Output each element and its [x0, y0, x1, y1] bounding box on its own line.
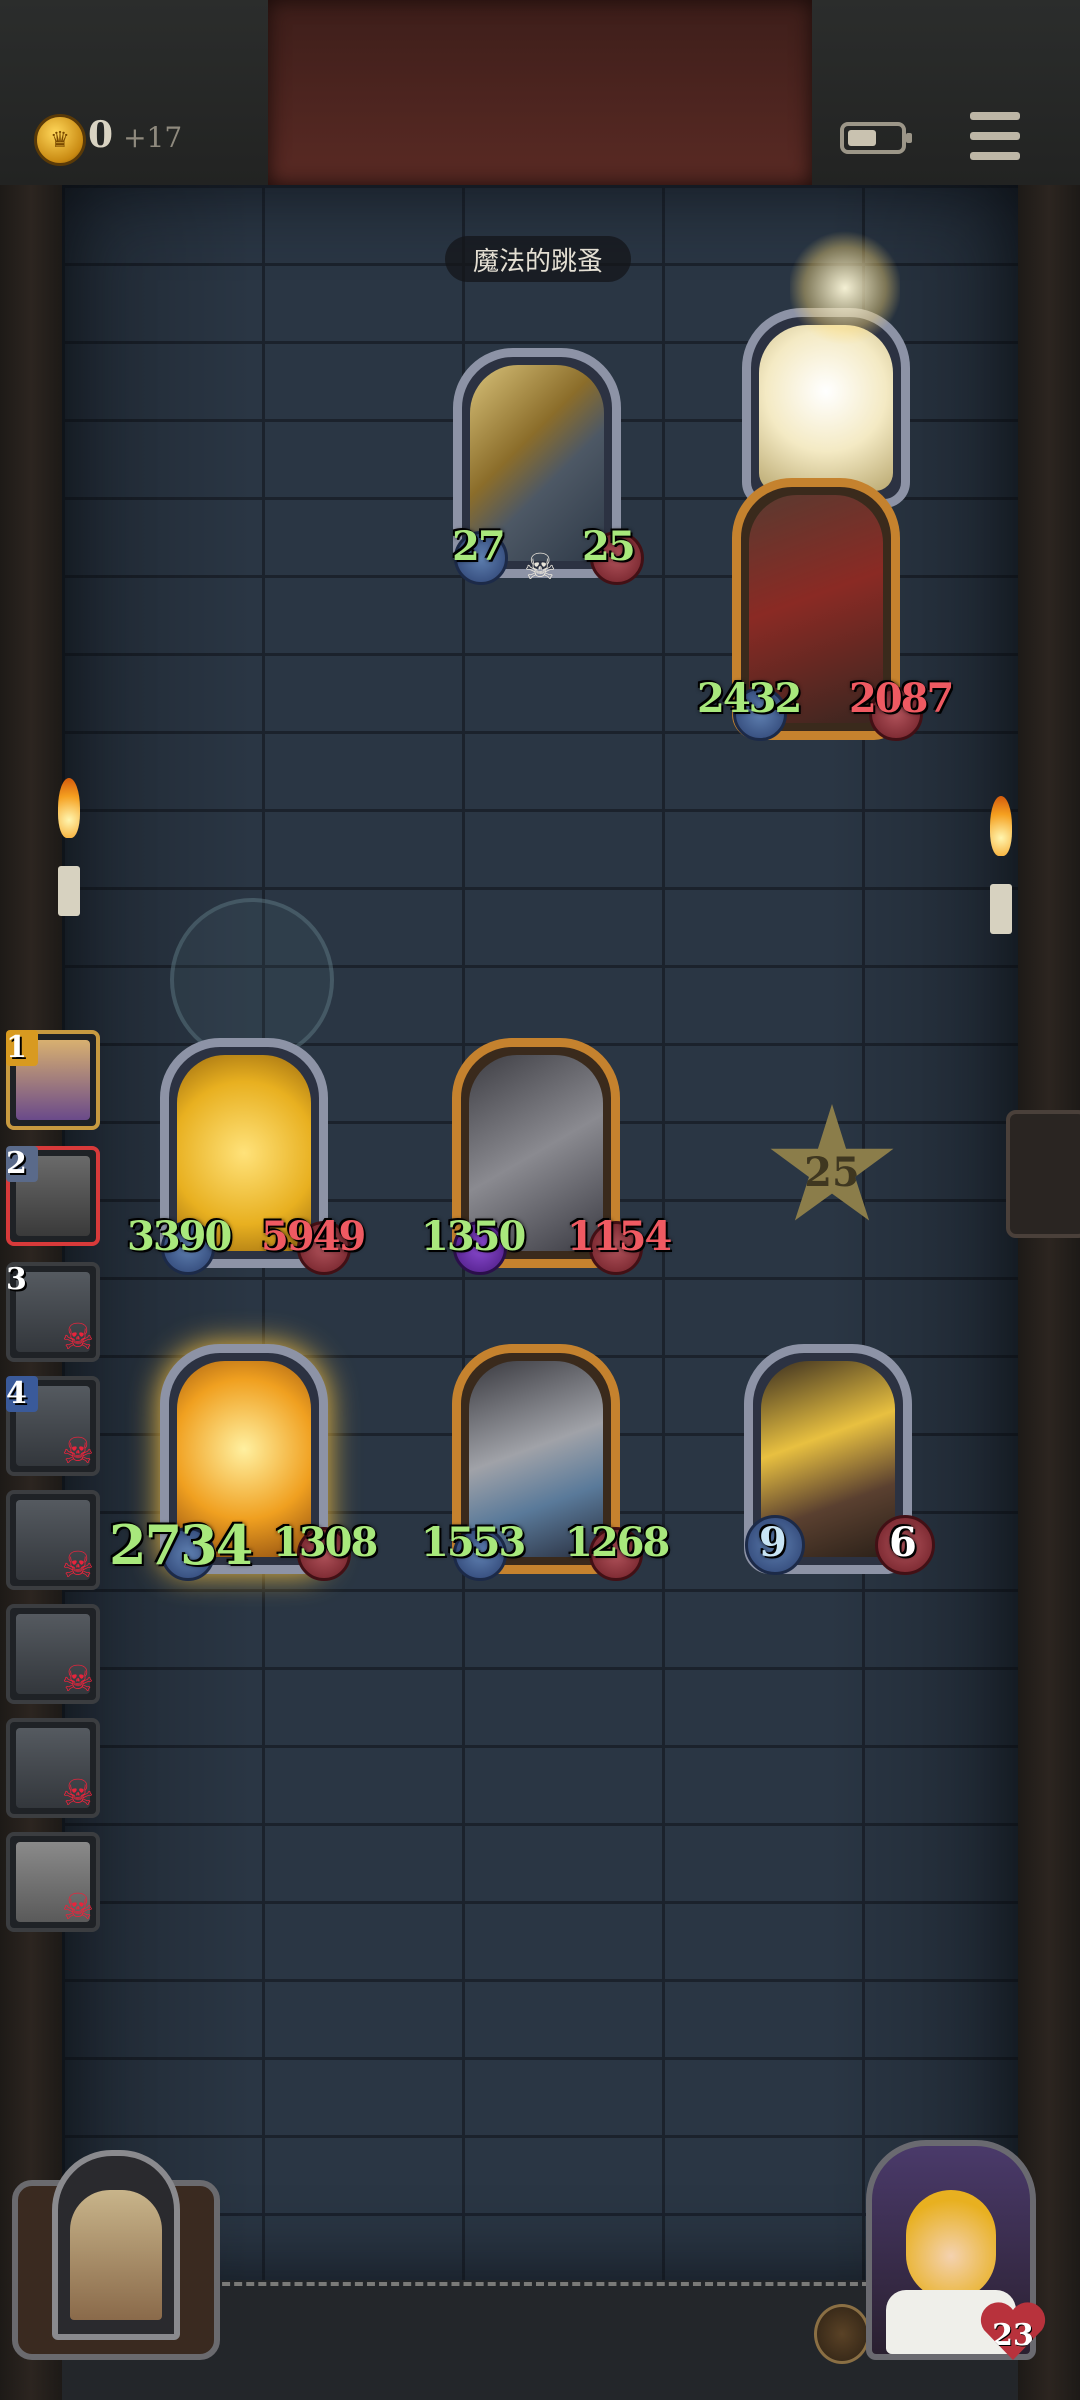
bottom-chain: [210, 2282, 870, 2300]
left-candle: [58, 866, 80, 916]
roster-slot[interactable]: 4 ☠: [6, 1376, 100, 1476]
enemy-card-gray-dragon[interactable]: ☠ 27 25: [452, 348, 644, 588]
card-health: 1154: [567, 1213, 672, 1260]
right-wall-handle: [1006, 1110, 1080, 1238]
top-curtain: [268, 0, 812, 185]
roster-number: 1: [6, 1030, 38, 1066]
gold-income: +17: [123, 121, 183, 154]
player-card-horned-gray-dragon[interactable]: 1350 1154: [421, 1038, 672, 1275]
skull-icon: ☠: [524, 547, 557, 588]
roster-slot[interactable]: 3 ☠: [6, 1262, 100, 1362]
card-attack: 2432: [697, 675, 802, 722]
gold-value: 0: [88, 114, 114, 156]
card-health: 1308: [273, 1519, 378, 1566]
card-health: 1268: [565, 1519, 670, 1566]
coin-crown-icon: ♛: [34, 114, 86, 166]
turn-star-value: 25: [804, 1148, 860, 1196]
roster-slot[interactable]: 2: [6, 1146, 100, 1246]
player-card-flame-sage[interactable]: 9 6: [744, 1344, 935, 1575]
battery-icon: [840, 122, 912, 154]
card-attack: 2734: [109, 1513, 253, 1577]
player-card-golden-dragon[interactable]: 3390 5949: [127, 1038, 366, 1275]
battery-fill: [848, 130, 876, 146]
player-card-fire-demon[interactable]: 2734 1308: [109, 1344, 378, 1581]
defeated-skull-icon: ☠: [61, 1659, 94, 1700]
defeated-skull-icon: ☠: [61, 1773, 94, 1814]
card-attack: 9: [759, 1519, 787, 1566]
roster-number: 4: [6, 1376, 38, 1412]
card-attack: 1553: [421, 1519, 526, 1566]
roster-slot[interactable]: ☠: [6, 1604, 100, 1704]
card-attack: 27: [452, 523, 506, 570]
roster-number: 3: [6, 1262, 27, 1297]
right-wall: [1018, 185, 1080, 2400]
hamburger-menu-icon[interactable]: [970, 112, 1020, 160]
right-torch-flame-icon: [990, 796, 1012, 856]
enemy-card-serpent-dragon[interactable]: 2432 2087: [697, 478, 954, 741]
card-health: 25: [582, 523, 636, 570]
left-torch-flame-icon: [58, 778, 80, 838]
defeated-skull-icon: ☠: [61, 1545, 94, 1586]
card-attack: 3390: [127, 1213, 232, 1260]
card-health: 6: [889, 1519, 917, 1566]
roster-slot[interactable]: ☠: [6, 1490, 100, 1590]
card-attack: 1350: [421, 1213, 526, 1260]
sparkle-effect: [790, 228, 900, 348]
bell-icon[interactable]: [814, 2304, 870, 2364]
roster-slot[interactable]: 1: [6, 1030, 100, 1130]
roster-slot[interactable]: ☠: [6, 1718, 100, 1818]
shop-window-icon[interactable]: [12, 2140, 220, 2360]
gold-display: 0 +17: [88, 114, 182, 164]
defeated-skull-icon: ☠: [61, 1887, 94, 1928]
card-health: 5949: [261, 1213, 366, 1260]
defeated-skull-icon: ☠: [61, 1431, 94, 1472]
player-card-dragon-lord[interactable]: 1553 1268: [421, 1344, 670, 1581]
roster-number: 2: [6, 1146, 38, 1182]
right-candle: [990, 884, 1012, 934]
roster-slot[interactable]: ☠: [6, 1832, 100, 1932]
card-health: 2087: [849, 675, 954, 722]
card-art: [759, 325, 893, 491]
enemy-name-label: 魔法的跳蚤: [445, 236, 631, 282]
defeated-skull-icon: ☠: [61, 1317, 94, 1358]
